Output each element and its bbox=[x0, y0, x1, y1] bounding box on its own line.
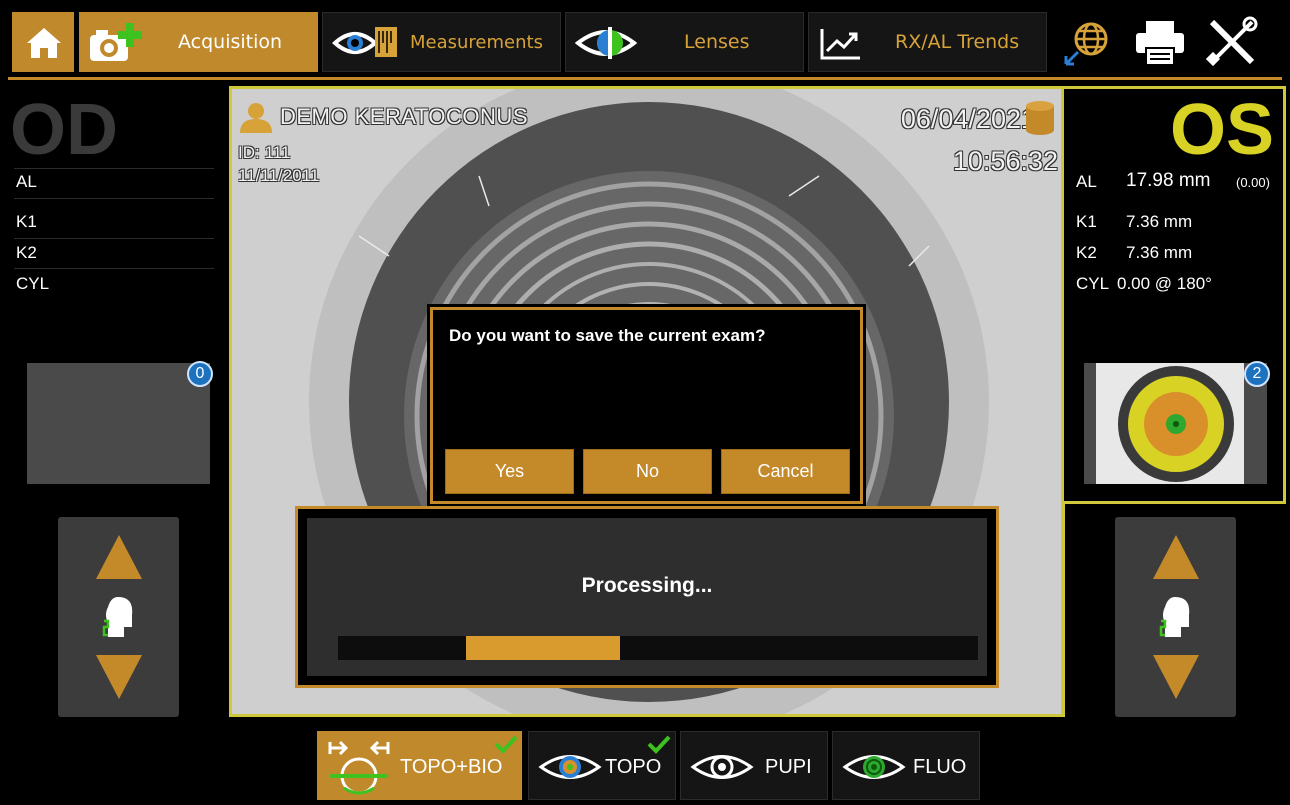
printer-icon bbox=[1136, 21, 1184, 66]
patient-head-icon bbox=[102, 597, 133, 637]
tools-icon bbox=[1205, 16, 1258, 67]
save-exam-dialog: Do you want to save the current exam? Ye… bbox=[430, 307, 863, 504]
globe-icon bbox=[1064, 22, 1108, 66]
top-toolbar: Acquisition Measurements Lenses RX/AL Tr… bbox=[0, 0, 1290, 82]
os-al-label: AL bbox=[1076, 172, 1097, 191]
od-k1-label: K1 bbox=[16, 212, 37, 231]
acquisition-label: Acquisition bbox=[178, 31, 283, 53]
os-al-delta: (0.00) bbox=[1236, 175, 1270, 190]
down-arrow-icon[interactable] bbox=[94, 653, 144, 701]
progress-fill bbox=[466, 636, 620, 660]
os-exam-thumbnail[interactable] bbox=[1084, 363, 1267, 484]
os-k2-label: K2 bbox=[1076, 243, 1097, 262]
dialog-question: Do you want to save the current exam? bbox=[449, 326, 766, 345]
check-icon bbox=[647, 735, 671, 754]
no-button[interactable]: No bbox=[583, 449, 712, 494]
print-button[interactable] bbox=[1134, 18, 1186, 68]
topo-bio-icon bbox=[328, 740, 390, 795]
lens-eye-icon bbox=[574, 27, 638, 59]
progress-track bbox=[338, 636, 978, 660]
os-al-value: 17.98 mm bbox=[1126, 170, 1211, 191]
mode-fluo-button[interactable]: FLUO bbox=[832, 731, 980, 800]
patient-head-icon bbox=[1159, 597, 1190, 637]
processing-panel: Processing... bbox=[295, 506, 999, 688]
os-k1-value: 7.36 mm bbox=[1126, 212, 1193, 231]
processing-inner: Processing... bbox=[307, 518, 987, 676]
os-cyl-label: CYL bbox=[1076, 274, 1110, 293]
lenses-label: Lenses bbox=[684, 31, 750, 53]
pupil-eye-icon bbox=[690, 755, 754, 779]
mode-pupi-label: PUPI bbox=[765, 756, 812, 778]
home-button[interactable] bbox=[12, 12, 74, 72]
toolbar-divider bbox=[8, 77, 1282, 80]
camera-add-icon bbox=[90, 23, 142, 61]
database-icon bbox=[1026, 101, 1054, 135]
mode-topo-bio-button[interactable]: TOPO+BIO bbox=[317, 731, 522, 800]
os-exam-count-badge: 2 bbox=[1244, 361, 1270, 387]
exam-time: 10:56:32 bbox=[952, 146, 1058, 176]
patient-name: DEMO KERATOCONUS bbox=[280, 104, 528, 129]
os-panel-frame-lower bbox=[1062, 503, 1065, 717]
exam-date: 06/04/2021 bbox=[900, 104, 1036, 134]
up-arrow-icon[interactable] bbox=[94, 533, 144, 581]
patient-person-icon bbox=[240, 103, 272, 133]
processing-text: Processing... bbox=[581, 574, 713, 597]
language-button[interactable] bbox=[1062, 18, 1112, 68]
measurements-label: Measurements bbox=[410, 31, 543, 53]
od-k2-label: K2 bbox=[16, 243, 37, 262]
mode-fluo-label: FLUO bbox=[913, 756, 967, 778]
cancel-button[interactable]: Cancel bbox=[721, 449, 850, 494]
od-cyl-label: CYL bbox=[16, 274, 50, 293]
check-icon bbox=[494, 735, 518, 754]
od-k1-line bbox=[14, 238, 214, 239]
patient-id: ID: 111 bbox=[238, 143, 291, 162]
topo-eye-icon bbox=[538, 755, 602, 779]
trend-chart-icon bbox=[820, 29, 860, 60]
measurements-tab[interactable]: Measurements bbox=[322, 12, 561, 72]
od-al-line bbox=[14, 198, 214, 199]
trends-tab[interactable]: RX/AL Trends bbox=[808, 12, 1047, 72]
yes-button[interactable]: Yes bbox=[445, 449, 574, 494]
home-icon bbox=[27, 28, 61, 58]
acquisition-tab[interactable]: Acquisition bbox=[79, 12, 318, 72]
os-k1-label: K1 bbox=[1076, 212, 1097, 231]
od-exam-count-badge: 0 bbox=[187, 361, 213, 387]
os-k2-value: 7.36 mm bbox=[1126, 243, 1193, 262]
mode-topo-label: TOPO bbox=[605, 756, 662, 778]
os-cyl-value: 0.00 @ 180° bbox=[1117, 274, 1212, 293]
eye-measure-icon bbox=[332, 27, 397, 57]
od-al-label: AL bbox=[16, 172, 37, 191]
od-divider bbox=[14, 168, 214, 169]
mode-pupi-button[interactable]: PUPI bbox=[680, 731, 828, 800]
topography-map-thumbnail bbox=[1084, 363, 1267, 484]
mode-topo-button[interactable]: TOPO bbox=[528, 731, 676, 800]
trends-label: RX/AL Trends bbox=[895, 31, 1020, 53]
os-eye-label: OS bbox=[1170, 90, 1275, 170]
od-eye-label: OD bbox=[10, 90, 118, 170]
down-arrow-icon[interactable] bbox=[1151, 653, 1201, 701]
mode-topo-bio-label: TOPO+BIO bbox=[400, 756, 503, 778]
lenses-tab[interactable]: Lenses bbox=[565, 12, 804, 72]
fluo-eye-icon bbox=[842, 755, 906, 779]
od-exam-thumbnail[interactable] bbox=[27, 363, 210, 484]
os-navigation-panel bbox=[1115, 517, 1236, 717]
up-arrow-icon[interactable] bbox=[1151, 533, 1201, 581]
settings-button[interactable] bbox=[1205, 16, 1258, 68]
od-k2-line bbox=[14, 268, 214, 269]
od-navigation-panel bbox=[58, 517, 179, 717]
patient-dob: 11/11/2011 bbox=[238, 166, 320, 185]
